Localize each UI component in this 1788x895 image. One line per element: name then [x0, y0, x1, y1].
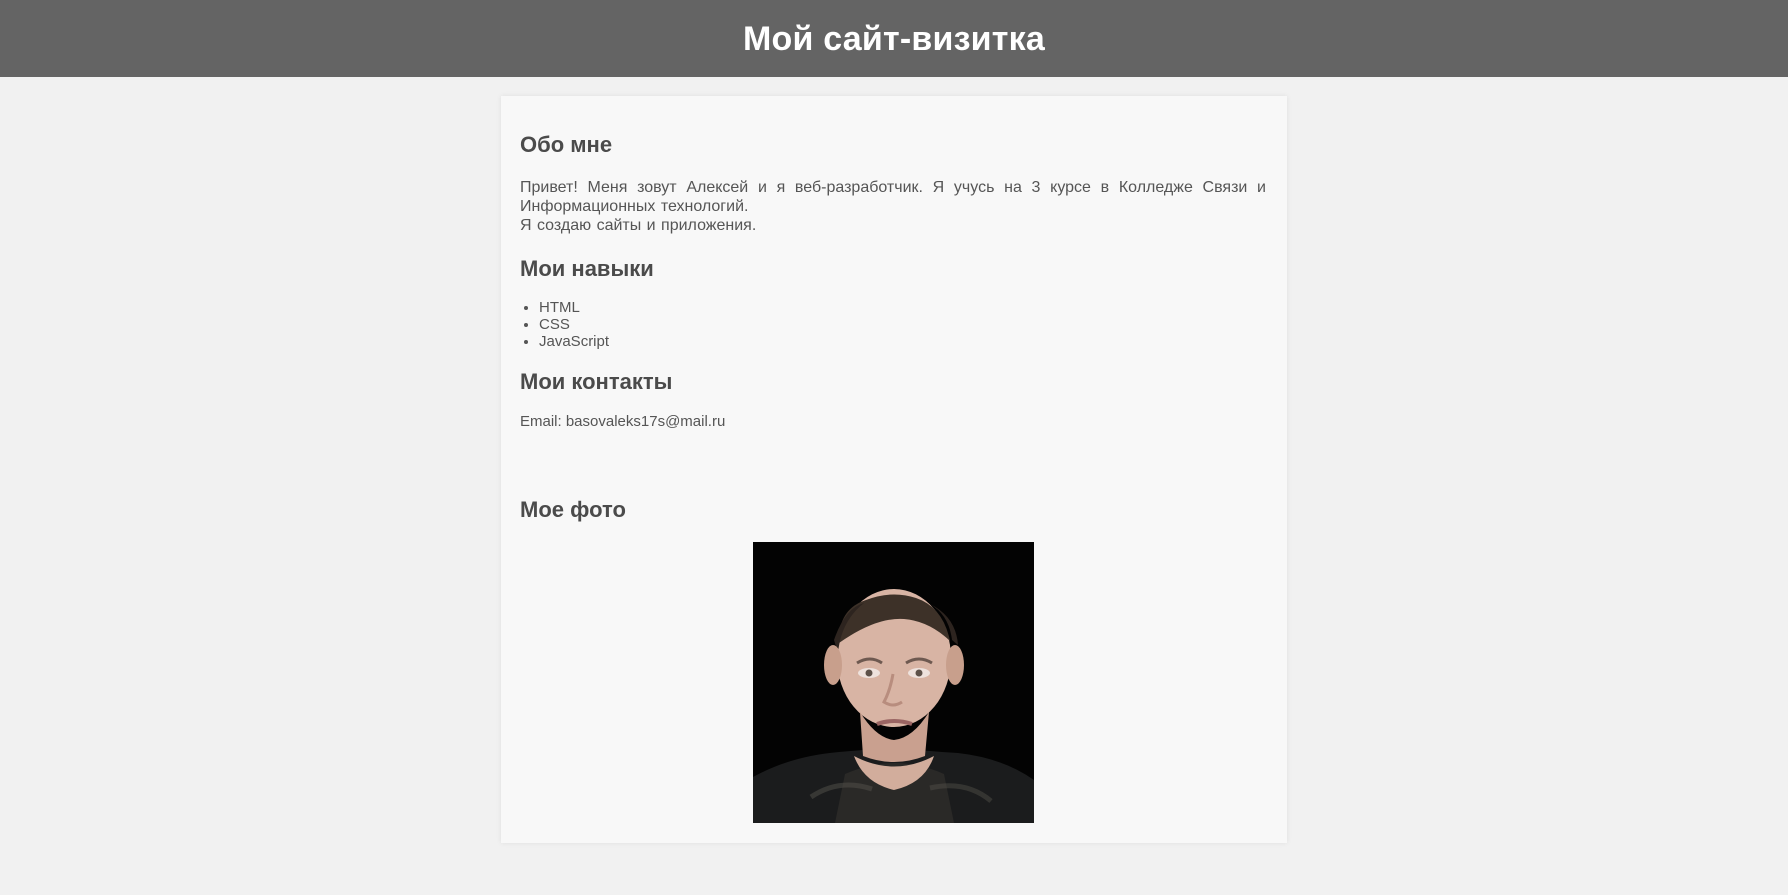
email-contact: Email: basovaleks17s@mail.ru — [520, 413, 726, 430]
skills-heading: Мои навыки — [520, 256, 654, 281]
about-line-2: Я создаю сайты и приложения. — [520, 217, 757, 234]
about-text: Привет! Меня зовут Алексей и я веб-разра… — [520, 178, 1266, 235]
about-heading: Обо мне — [520, 132, 613, 157]
skill-item-css: CSS — [539, 316, 609, 333]
site-title: Мой сайт-визитка — [743, 19, 1045, 58]
about-line-1: Привет! Меня зовут Алексей и я веб-разра… — [520, 179, 1266, 215]
skill-item-html: HTML — [539, 299, 609, 316]
site-header: Мой сайт-визитка — [0, 0, 1788, 77]
contacts-heading: Мои контакты — [520, 369, 673, 394]
content-card: Обо мне Привет! Меня зовут Алексей и я в… — [501, 96, 1287, 843]
skills-list: HTML CSS JavaScript — [520, 299, 609, 350]
photo-heading: Мое фото — [520, 497, 626, 522]
skill-item-javascript: JavaScript — [539, 333, 609, 350]
profile-photo — [753, 542, 1034, 823]
